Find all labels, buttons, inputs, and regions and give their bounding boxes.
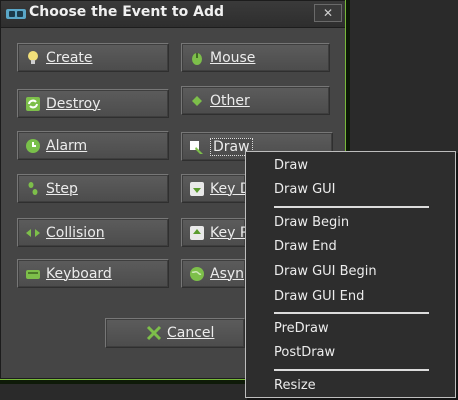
destroy-event-button[interactable]: Destroy <box>17 89 169 118</box>
async-label: Asyn <box>210 265 245 282</box>
keyboard-label: Keyboard <box>46 265 112 282</box>
footsteps-icon <box>28 181 38 195</box>
x-icon <box>146 325 162 341</box>
key-down-label: Key D <box>210 180 245 197</box>
menu-separator <box>274 369 429 371</box>
menu-item-postdraw[interactable]: PostDraw <box>274 345 335 360</box>
key-down-icon <box>190 181 204 196</box>
menu-separator <box>274 206 429 208</box>
draw-event-context-menu: Draw Draw GUI Draw Begin Draw End Draw G… <box>245 151 456 398</box>
create-label: Create <box>46 49 93 66</box>
key-press-event-button[interactable]: Key P <box>181 218 246 247</box>
key-down-event-button[interactable]: Key D <box>181 174 246 203</box>
diamond-icon <box>192 95 202 106</box>
menu-item-draw-end[interactable]: Draw End <box>274 239 337 254</box>
collision-arrows-icon <box>26 228 40 237</box>
cancel-label: Cancel <box>167 325 215 341</box>
other-event-button[interactable]: Other <box>181 86 330 115</box>
menu-item-draw-gui-begin[interactable]: Draw GUI Begin <box>274 264 377 279</box>
cancel-button[interactable]: Cancel <box>105 318 245 348</box>
globe-icon <box>190 266 204 281</box>
collision-label: Collision <box>46 224 105 241</box>
paint-icon <box>190 140 203 154</box>
alarm-event-button[interactable]: Alarm <box>17 131 169 160</box>
key-press-label: Key P <box>210 224 246 241</box>
keyboard-event-button[interactable]: Keyboard <box>17 259 169 288</box>
menu-item-draw-gui[interactable]: Draw GUI <box>274 182 336 197</box>
mouse-label: Mouse <box>210 49 256 66</box>
key-press-icon <box>190 225 204 240</box>
title-bar[interactable]: Choose the Event to Add ✕ <box>1 1 347 28</box>
other-label: Other <box>210 92 250 109</box>
async-event-button[interactable]: Asyn <box>181 259 246 288</box>
step-event-button[interactable]: Step <box>17 174 169 203</box>
menu-item-predraw[interactable]: PreDraw <box>274 321 329 336</box>
menu-separator <box>274 312 429 314</box>
lightbulb-icon <box>28 50 38 64</box>
close-button[interactable]: ✕ <box>314 4 342 22</box>
recycle-icon <box>26 96 40 111</box>
mouse-icon <box>192 52 202 65</box>
step-label: Step <box>46 180 78 197</box>
keyboard-icon <box>26 269 40 279</box>
create-event-button[interactable]: Create <box>17 43 169 72</box>
window-title: Choose the Event to Add <box>29 4 224 20</box>
destroy-label: Destroy <box>46 95 101 112</box>
app-logo-icon <box>6 9 26 19</box>
menu-item-draw-begin[interactable]: Draw Begin <box>274 215 349 230</box>
menu-item-draw[interactable]: Draw <box>274 158 308 173</box>
clock-icon <box>26 138 40 153</box>
collision-event-button[interactable]: Collision <box>17 218 169 247</box>
mouse-event-button[interactable]: Mouse <box>181 43 330 72</box>
menu-item-resize[interactable]: Resize <box>274 378 316 393</box>
menu-item-draw-gui-end[interactable]: Draw GUI End <box>274 289 364 304</box>
alarm-label: Alarm <box>46 137 88 154</box>
